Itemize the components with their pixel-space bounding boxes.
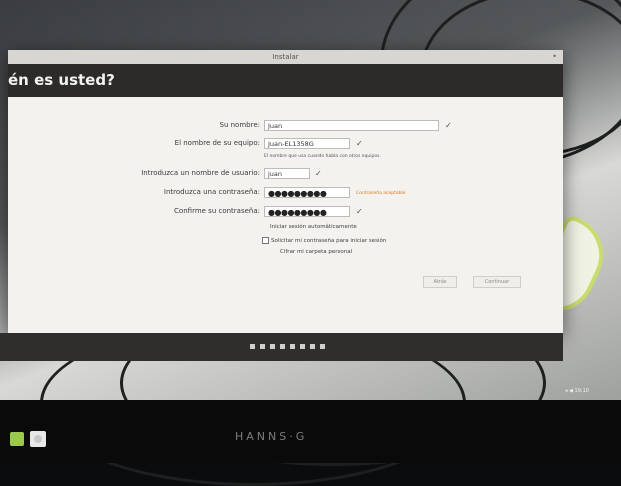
password-row: Introduzca una contraseña:	[8, 186, 260, 199]
installer-window: Instalar • én es usted? Su nombre: Juan …	[8, 50, 563, 333]
computer-name-hint: El nombre que usa cuando habla con otros…	[264, 154, 381, 159]
progress-dot	[280, 344, 285, 349]
computer-row: El nombre de su equipo:	[8, 137, 260, 150]
check-icon: ✓	[445, 121, 452, 130]
page-header: én es usted?	[8, 64, 563, 97]
progress-dot	[250, 344, 255, 349]
launcher-icon[interactable]	[10, 432, 24, 446]
progress-dot	[310, 344, 315, 349]
username-row: Introduzca un nombre de usuario:	[8, 167, 260, 180]
window-title: Instalar	[272, 53, 299, 61]
disc-icon[interactable]	[30, 431, 46, 447]
computer-name-input[interactable]: Juan-EL1358G	[264, 138, 350, 149]
progress-dot	[260, 344, 265, 349]
password-label: Introduzca una contraseña:	[163, 188, 260, 196]
continue-button[interactable]: Continuar	[473, 276, 521, 288]
auto-login-label: Iniciar sesión automáticamente	[270, 224, 357, 230]
password-strength: Contraseña aceptable	[356, 191, 406, 196]
encrypt-home-option[interactable]: Cifrar mi carpeta personal	[280, 249, 352, 255]
window-titlebar: Instalar •	[8, 50, 563, 64]
username-label: Introduzca un nombre de usuario:	[141, 169, 260, 177]
require-password-option[interactable]: Solicitar mi contraseña para iniciar ses…	[262, 237, 386, 244]
require-password-label: Solicitar mi contraseña para iniciar ses…	[271, 238, 387, 244]
confirm-label: Confirme su contraseña:	[174, 207, 260, 215]
checkbox-icon[interactable]	[262, 237, 269, 244]
password-input[interactable]: ●●●●●●●●●	[264, 187, 350, 198]
check-icon: ✓	[356, 139, 363, 148]
progress-dot	[300, 344, 305, 349]
check-icon: ✓	[356, 207, 363, 216]
confirm-password-input[interactable]: ●●●●●●●●●	[264, 206, 350, 217]
install-progress	[0, 333, 563, 361]
monitor-brand: HANNS·G	[235, 430, 308, 443]
progress-dot	[320, 344, 325, 349]
confirm-row: Confirme su contraseña:	[8, 205, 260, 218]
encrypt-home-label: Cifrar mi carpeta personal	[280, 249, 353, 255]
username-input[interactable]: juan	[264, 168, 310, 179]
monitor-bezel	[0, 400, 621, 463]
name-input[interactable]: Juan	[264, 120, 439, 131]
auto-login-option[interactable]: Iniciar sesión automáticamente	[270, 224, 357, 230]
page-title: én es usted?	[8, 71, 115, 89]
computer-label: El nombre de su equipo:	[174, 139, 260, 147]
system-tray[interactable]: ◂ ◀ 19:10	[565, 388, 589, 394]
close-icon[interactable]: •	[552, 50, 557, 64]
check-icon: ✓	[315, 169, 322, 178]
name-row: Su nombre:	[8, 119, 260, 132]
progress-dot	[290, 344, 295, 349]
name-label: Su nombre:	[219, 121, 260, 129]
back-button[interactable]: Atrás	[423, 276, 457, 288]
progress-dot	[270, 344, 275, 349]
